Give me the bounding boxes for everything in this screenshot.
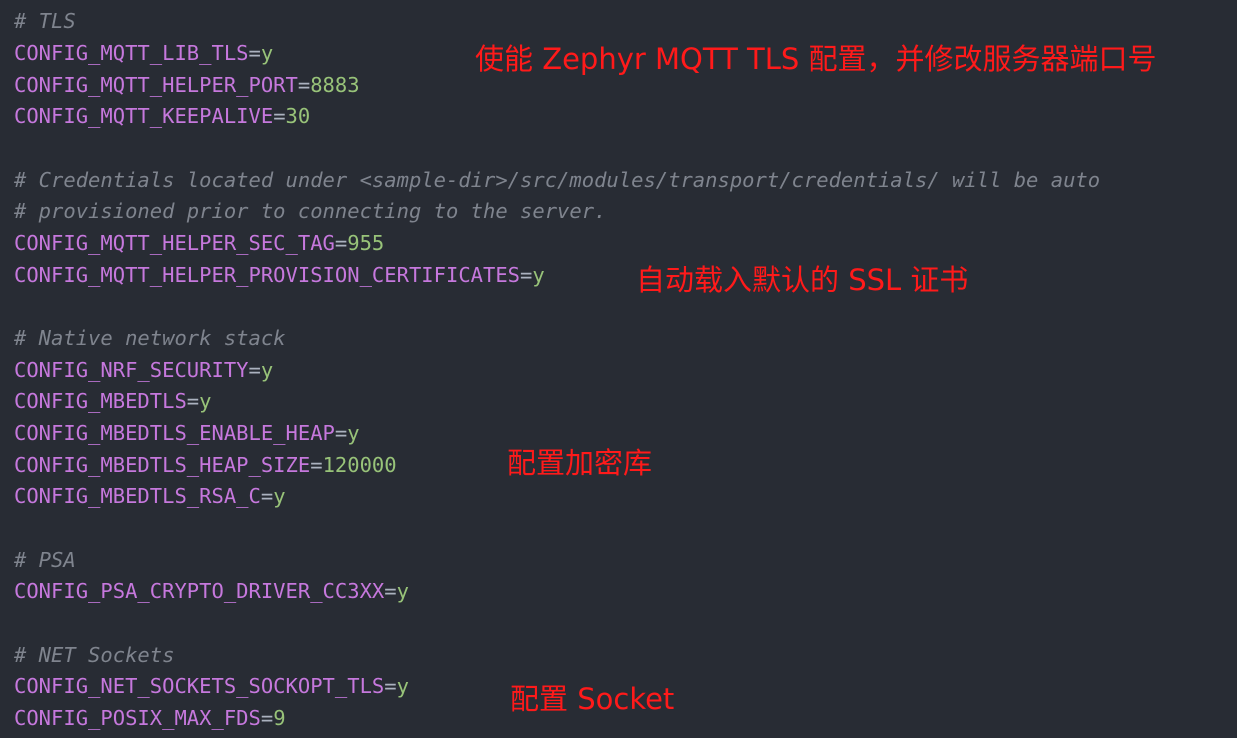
config-line-posix-max-fds: CONFIG_POSIX_MAX_FDS=9 (14, 703, 286, 734)
config-equals: = (260, 484, 274, 508)
config-equals: = (520, 263, 533, 287)
config-key: CONFIG_MBEDTLS (14, 389, 187, 413)
config-equals: = (297, 73, 311, 97)
config-value: y (532, 263, 545, 287)
code-editor[interactable]: # TLS CONFIG_MQTT_LIB_TLS=y CONFIG_MQTT_… (0, 0, 1237, 738)
config-equals: = (248, 358, 261, 382)
config-equals: = (260, 706, 274, 730)
config-key: CONFIG_POSIX_MAX_FDS (14, 706, 261, 730)
annotation-ssl-certificate: 自动载入默认的 SSL 证书 (636, 263, 969, 297)
config-key: CONFIG_MBEDTLS_ENABLE_HEAP (14, 421, 335, 445)
config-key: CONFIG_MBEDTLS_RSA_C (14, 484, 261, 508)
config-equals: = (310, 453, 323, 477)
config-value: y (273, 484, 286, 508)
config-equals: = (384, 674, 397, 698)
config-value: 8883 (310, 73, 360, 97)
config-value: y (396, 674, 409, 698)
config-line-mbedtls: CONFIG_MBEDTLS=y (14, 386, 211, 417)
config-line-mqtt-keepalive: CONFIG_MQTT_KEEPALIVE=30 (14, 101, 310, 132)
config-value: y (199, 389, 212, 413)
config-key: CONFIG_MBEDTLS_HEAP_SIZE (14, 453, 311, 477)
annotation-mqtt-tls: 使能 Zephyr MQTT TLS 配置，并修改服务器端口号 (475, 42, 1157, 76)
config-value: 120000 (322, 453, 397, 477)
config-value: y (396, 579, 409, 603)
config-equals: = (273, 104, 286, 128)
code-comment: # NET Sockets (14, 643, 175, 667)
config-equals: = (186, 389, 200, 413)
code-comment: # provisioned prior to connecting to the… (14, 199, 607, 223)
config-equals: = (248, 41, 261, 65)
config-value: y (347, 421, 360, 445)
config-key: CONFIG_PSA_CRYPTO_DRIVER_CC3XX (14, 579, 385, 603)
config-value: 955 (347, 231, 385, 255)
config-line-net-sockets-sockopt-tls: CONFIG_NET_SOCKETS_SOCKOPT_TLS=y (14, 671, 409, 702)
annotation-crypto-library: 配置加密库 (507, 446, 653, 480)
config-line-mqtt-lib-tls: CONFIG_MQTT_LIB_TLS=y (14, 38, 273, 69)
config-value: y (260, 358, 274, 382)
code-comment: # TLS (14, 9, 76, 33)
config-value: y (260, 41, 274, 65)
code-comment: # Native network stack (14, 326, 286, 350)
config-line-mbedtls-heap-size: CONFIG_MBEDTLS_HEAP_SIZE=120000 (14, 450, 397, 481)
config-line-mqtt-helper-provision-certificates: CONFIG_MQTT_HELPER_PROVISION_CERTIFICATE… (14, 260, 545, 291)
code-comment: # PSA (14, 548, 76, 572)
config-line-psa-crypto-driver-cc3xx: CONFIG_PSA_CRYPTO_DRIVER_CC3XX=y (14, 576, 409, 607)
code-comment: # Credentials located under <sample-dir>… (14, 168, 1101, 192)
config-value: 9 (273, 706, 286, 730)
config-equals: = (384, 579, 397, 603)
config-line-mqtt-helper-port: CONFIG_MQTT_HELPER_PORT=8883 (14, 70, 360, 101)
annotation-socket: 配置 Socket (510, 682, 675, 716)
config-equals: = (334, 231, 348, 255)
config-key: CONFIG_MQTT_KEEPALIVE (14, 104, 274, 128)
config-key: CONFIG_MQTT_HELPER_SEC_TAG (14, 231, 335, 255)
config-line-mbedtls-enable-heap: CONFIG_MBEDTLS_ENABLE_HEAP=y (14, 418, 360, 449)
config-key: CONFIG_MQTT_HELPER_PORT (14, 73, 298, 97)
config-equals: = (334, 421, 348, 445)
config-key: CONFIG_NET_SOCKETS_SOCKOPT_TLS (14, 674, 385, 698)
config-key: CONFIG_MQTT_HELPER_PROVISION_CERTIFICATE… (14, 263, 521, 287)
config-line-nrf-security: CONFIG_NRF_SECURITY=y (14, 355, 273, 386)
config-line-mbedtls-rsa-c: CONFIG_MBEDTLS_RSA_C=y (14, 481, 286, 512)
config-key: CONFIG_MQTT_LIB_TLS (14, 41, 249, 65)
config-value: 30 (285, 104, 311, 128)
config-line-mqtt-helper-sec-tag: CONFIG_MQTT_HELPER_SEC_TAG=955 (14, 228, 384, 259)
config-key: CONFIG_NRF_SECURITY (14, 358, 249, 382)
